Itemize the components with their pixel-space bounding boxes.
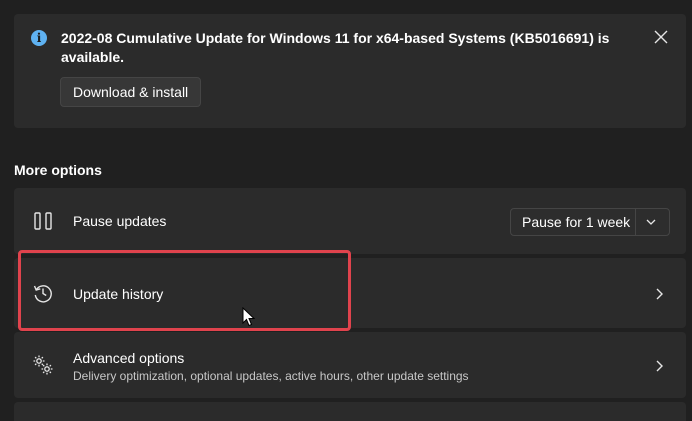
- more-options-heading: More options: [14, 162, 102, 178]
- advanced-options-row[interactable]: Advanced options Delivery optimization, …: [14, 332, 686, 398]
- history-icon: [33, 285, 52, 303]
- advanced-options-description: Delivery optimization, optional updates,…: [73, 369, 469, 383]
- update-history-label: Update history: [73, 286, 164, 302]
- pause-duration-dropdown[interactable]: Pause for 1 week: [510, 208, 670, 236]
- pause-icon: [34, 212, 52, 230]
- chevron-down-icon: [646, 219, 656, 225]
- pause-updates-row: Pause updates Pause for 1 week: [14, 188, 686, 254]
- download-install-button[interactable]: Download & install: [60, 77, 202, 107]
- update-history-row[interactable]: Update history: [14, 258, 686, 328]
- close-icon[interactable]: [652, 28, 670, 46]
- pause-duration-value: Pause for 1 week: [522, 214, 631, 230]
- next-option-row[interactable]: [14, 402, 686, 421]
- gears-icon: [33, 355, 53, 375]
- pause-updates-label: Pause updates: [73, 213, 167, 229]
- info-icon: i: [31, 30, 47, 46]
- chevron-right-icon: [656, 288, 663, 300]
- advanced-options-label: Advanced options: [73, 350, 185, 366]
- update-available-notice: i 2022-08 Cumulative Update for Windows …: [14, 14, 686, 128]
- dropdown-divider: [635, 209, 636, 235]
- notice-title: 2022-08 Cumulative Update for Windows 11…: [61, 30, 610, 65]
- chevron-right-icon: [656, 360, 663, 372]
- windows-update-settings: i 2022-08 Cumulative Update for Windows …: [0, 0, 692, 421]
